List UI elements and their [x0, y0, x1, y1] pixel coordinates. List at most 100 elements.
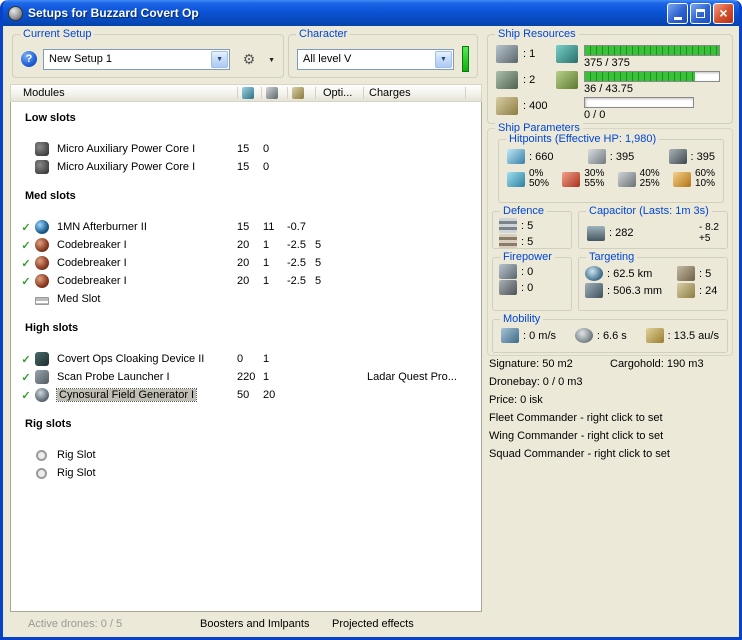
setup-tools-dropdown-icon[interactable]: ▼ — [268, 55, 275, 64]
minimize-icon — [673, 16, 682, 20]
titlebar[interactable]: Setups for Buzzard Covert Op × — [3, 0, 739, 26]
ship-resources-group: Ship Resources : 1 375 / 375 : 2 36 / 43… — [487, 28, 733, 124]
cargohold-value: Cargohold: 190 m3 — [610, 358, 704, 370]
fleet-commander-setter[interactable]: Fleet Commander - right click to set — [489, 412, 663, 424]
module-name: Codebreaker I — [57, 239, 127, 251]
minimize-button[interactable] — [667, 2, 688, 24]
module-row-cyno-generator[interactable]: ✓ Cynosural Field Generator I 50 20 — [11, 386, 481, 404]
module-row-codebreaker-3[interactable]: ✓ Codebreaker I 20 1 -2.5 5 — [11, 272, 481, 290]
hull-icon — [668, 149, 687, 164]
module-row-codebreaker-2[interactable]: ✓ Codebreaker I 20 1 -2.5 5 — [11, 254, 481, 272]
module-row-empty-med-slot[interactable]: Med Slot — [11, 290, 481, 308]
cpu-column-icon[interactable] — [242, 87, 254, 99]
section-low-slots: Low slots — [25, 112, 76, 124]
setup-tools-button[interactable]: ⚙ — [236, 48, 262, 70]
sensor-strength-icon — [677, 283, 695, 298]
rig-slot-icon — [36, 467, 47, 479]
shield-boost-icon — [499, 218, 517, 233]
mobility-label: Mobility — [500, 313, 544, 325]
squad-commander-setter[interactable]: Squad Commander - right click to set — [489, 448, 670, 460]
probe-launcher-icon — [35, 370, 49, 384]
character-select-value: All level V — [303, 53, 352, 65]
codebreaker-icon — [35, 238, 49, 252]
help-icon[interactable]: ? — [21, 51, 37, 67]
mobility-box: Mobility : 0 m/s : 6.6 s : 13.5 au/s — [492, 313, 728, 353]
modules-column-header[interactable]: Modules Opti... Charges — [10, 84, 482, 102]
capacitor-icon — [587, 225, 605, 241]
chevron-down-icon[interactable]: ▼ — [211, 50, 229, 68]
module-row-low-2[interactable]: Micro Auxiliary Power Core I 15 0 — [11, 158, 481, 176]
launcher-hardpoints-icon — [496, 71, 518, 89]
powergrid-column-icon[interactable] — [266, 87, 278, 99]
check-icon: ✓ — [21, 353, 31, 366]
chevron-down-icon[interactable]: ▼ — [435, 50, 452, 68]
maximize-button[interactable] — [690, 2, 711, 24]
turret-hardpoints-icon — [496, 45, 518, 63]
module-row-rig-1[interactable]: Rig Slot — [11, 446, 481, 464]
capacitor-label: Capacitor (Lasts: 1m 3s) — [586, 205, 712, 217]
column-optimal[interactable]: Opti... — [323, 87, 352, 99]
hitpoints-box: Hitpoints (Effective HP: 1,980) : 660 : … — [498, 133, 724, 203]
cpu-gauge — [584, 45, 720, 56]
module-name: Scan Probe Launcher I — [57, 371, 170, 383]
module-row-probe-launcher[interactable]: ✓ Scan Probe Launcher I 220 1 Ladar Ques… — [11, 368, 481, 386]
module-name: Rig Slot — [57, 467, 96, 479]
powergrid-icon — [556, 71, 578, 89]
tab-projected-effects[interactable]: Projected effects — [332, 618, 414, 630]
module-row-low-1[interactable]: Micro Auxiliary Power Core I 15 0 — [11, 140, 481, 158]
ship-resources-label: Ship Resources — [495, 28, 579, 40]
current-setup-group: Current Setup ? New Setup 1 ▼ ⚙ ▼ — [12, 28, 284, 78]
powergrid-gauge — [584, 71, 720, 82]
module-row-rig-2[interactable]: Rig Slot — [11, 464, 481, 482]
max-targets-icon — [677, 266, 695, 281]
modules-list: Low slots Micro Auxiliary Power Core I 1… — [10, 102, 482, 612]
firepower-box: Firepower : 0 : 0 — [492, 251, 572, 311]
column-separator — [315, 87, 316, 99]
module-name: Codebreaker I — [57, 257, 127, 269]
character-select[interactable]: All level V ▼ — [297, 48, 454, 70]
column-separator — [363, 87, 364, 99]
module-name: Covert Ops Cloaking Device II — [57, 353, 205, 365]
module-name: Micro Auxiliary Power Core I — [57, 143, 196, 155]
thermal-resist-icon — [562, 171, 581, 187]
module-row-afterburner[interactable]: ✓ 1MN Afterburner II 15 11 -0.7 — [11, 218, 481, 236]
power-core-icon — [35, 160, 49, 174]
maximize-icon — [696, 8, 705, 18]
dronebay-value: Dronebay: 0 / 0 m3 — [489, 376, 583, 388]
scan-resolution-icon — [585, 283, 603, 298]
column-charges[interactable]: Charges — [369, 87, 411, 99]
check-icon: ✓ — [21, 257, 31, 270]
afterburner-icon — [35, 220, 49, 234]
shield-icon — [507, 149, 525, 164]
capacitor-column-icon[interactable] — [292, 87, 304, 99]
column-separator — [261, 87, 262, 99]
ship-parameters-group: Ship Parameters Hitpoints (Effective HP:… — [487, 122, 733, 356]
check-icon: ✓ — [21, 239, 31, 252]
check-icon: ✓ — [21, 275, 31, 288]
armor-repair-icon — [499, 234, 517, 249]
close-button[interactable]: × — [713, 2, 734, 24]
charge-name: Ladar Quest Pro... — [367, 371, 457, 383]
eft-setup-window: Setups for Buzzard Covert Op × Current S… — [0, 0, 742, 640]
character-skill-indicator — [462, 46, 469, 72]
column-separator — [465, 87, 466, 99]
module-name-selected: Cynosural Field Generator I — [55, 388, 198, 402]
dronebay-gauge — [584, 97, 694, 108]
column-separator — [287, 87, 288, 99]
check-icon: ✓ — [21, 389, 31, 402]
rig-slot-icon — [36, 449, 47, 461]
module-row-cloak[interactable]: ✓ Covert Ops Cloaking Device II 0 1 — [11, 350, 481, 368]
module-name: Med Slot — [57, 293, 101, 305]
column-modules[interactable]: Modules — [23, 87, 65, 99]
firepower-label: Firepower — [500, 251, 555, 263]
tab-boosters-implants[interactable]: Boosters and Imlpants — [200, 618, 309, 630]
module-name: Rig Slot — [57, 449, 96, 461]
tab-active-drones[interactable]: Active drones: 0 / 5 — [28, 618, 122, 630]
explosive-resist-icon — [672, 171, 691, 187]
max-velocity-icon — [501, 328, 519, 343]
window-title: Setups for Buzzard Covert Op — [28, 6, 199, 20]
wing-commander-setter[interactable]: Wing Commander - right click to set — [489, 430, 663, 442]
module-row-codebreaker-1[interactable]: ✓ Codebreaker I 20 1 -2.5 5 — [11, 236, 481, 254]
codebreaker-icon — [35, 256, 49, 270]
setup-select[interactable]: New Setup 1 ▼ — [43, 48, 231, 70]
